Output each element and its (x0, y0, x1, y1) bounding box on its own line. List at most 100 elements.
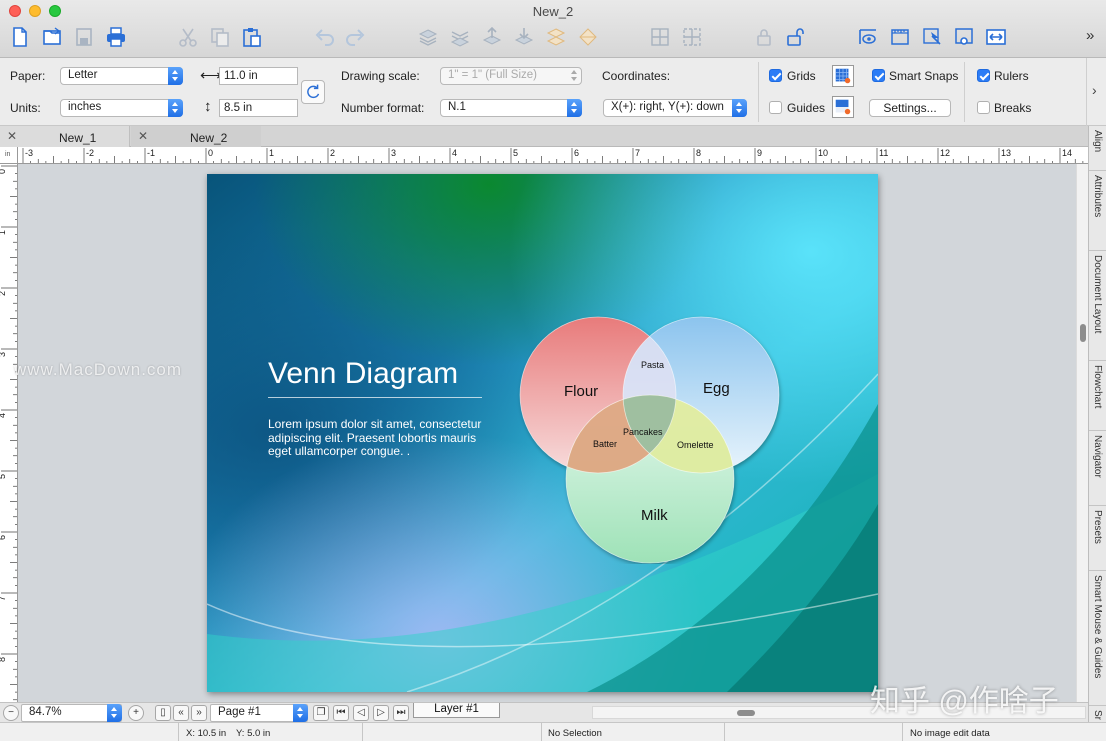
layer-tab[interactable]: Layer #1 (413, 703, 500, 718)
slide-title[interactable]: Venn Diagram (268, 357, 458, 391)
sidebar-tab-flowchart[interactable]: Flowchart (1089, 361, 1106, 431)
divider (758, 62, 759, 122)
settings-button[interactable]: Settings... (869, 99, 951, 117)
zoom-in-icon[interactable]: + (128, 705, 144, 721)
print-icon[interactable] (104, 25, 128, 49)
drawing-canvas[interactable]: Venn Diagram Lorem ipsum dolor sit amet,… (18, 164, 1076, 702)
ruler-label: -2 (86, 148, 94, 158)
sidebar-tab-smart-mouse-guides[interactable]: Smart Mouse & Guides (1089, 571, 1106, 706)
toolbar-overflow-icon[interactable]: » (1086, 27, 1094, 44)
paste-icon[interactable] (240, 25, 264, 49)
last-layer-icon[interactable]: ⏭ (393, 705, 409, 721)
ruler-label: 5 (513, 148, 518, 158)
chevron-updown-icon (567, 99, 582, 117)
rulers-checkbox[interactable] (977, 69, 990, 82)
undo-icon[interactable] (312, 25, 336, 49)
lock-icon[interactable] (752, 25, 776, 49)
smart-snaps-checkbox[interactable] (872, 69, 885, 82)
coordinates-select[interactable]: X(+): right, Y(+): down (603, 99, 747, 117)
first-page-icon[interactable]: « (173, 705, 189, 721)
smart-mouse-icon[interactable] (920, 25, 944, 49)
horizontal-scroll-thumb[interactable] (737, 710, 755, 716)
units-select-value: inches (68, 101, 102, 113)
unlock-icon[interactable] (784, 25, 808, 49)
send-backward-icon[interactable] (512, 25, 536, 49)
guides-checkbox[interactable] (769, 101, 782, 114)
grid-settings-button[interactable] (832, 65, 854, 87)
number-format-select[interactable]: N.1 (440, 99, 582, 117)
sidebar-tab-attributes[interactable]: Attributes (1089, 171, 1106, 251)
bring-to-front-icon[interactable] (416, 25, 440, 49)
first-layer-icon[interactable]: ⏮ (333, 705, 349, 721)
copy-icon[interactable] (208, 25, 232, 49)
vertical-scroll-thumb[interactable] (1080, 324, 1086, 342)
ruler-label: 3 (0, 352, 7, 357)
new-document-icon[interactable] (8, 25, 32, 49)
next-layer-icon[interactable]: ▷ (373, 705, 389, 721)
tab-new-2[interactable]: ✕ New_2 (131, 126, 261, 147)
zoom-select[interactable]: 84.7% (21, 704, 122, 722)
ungroup-icon[interactable] (680, 25, 704, 49)
zoom-out-icon[interactable]: − (3, 705, 19, 721)
flip-horizontal-icon[interactable] (576, 25, 600, 49)
ruler-label: 8 (0, 657, 7, 662)
bring-forward-icon[interactable] (480, 25, 504, 49)
sidebar-tab-document-layout[interactable]: Document Layout (1089, 251, 1106, 361)
page-select[interactable]: Page #1 (210, 704, 308, 722)
send-to-back-icon[interactable] (448, 25, 472, 49)
ruler-corner[interactable]: in (0, 147, 18, 164)
previous-layer-icon[interactable]: ◁ (353, 705, 369, 721)
tab-new-1[interactable]: ✕ New_1 (0, 126, 130, 147)
chevron-down-icon (293, 704, 308, 722)
sidebar-tab-label: Document Layout (1092, 255, 1103, 334)
grids-checkbox[interactable] (769, 69, 782, 82)
snap-to-point-icon[interactable] (952, 25, 976, 49)
breaks-checkbox[interactable] (977, 101, 990, 114)
divider (178, 723, 179, 741)
group-icon[interactable] (648, 25, 672, 49)
drawing-scale-value: 1" = 1" (Full Size) (448, 69, 538, 81)
cut-icon[interactable] (176, 25, 200, 49)
venn-label-milk: Milk (641, 507, 668, 524)
units-label: Units: (10, 101, 41, 115)
open-document-icon[interactable] (40, 25, 64, 49)
guide-settings-button[interactable] (832, 96, 854, 118)
layers-icon[interactable]: ❐ (313, 705, 329, 721)
fit-width-icon[interactable] (984, 25, 1008, 49)
ruler-label: 1 (0, 230, 7, 235)
paper-select[interactable]: Letter (60, 67, 183, 85)
paper-height-field[interactable]: 8.5 in (219, 99, 298, 117)
ruler-label: 4 (452, 148, 457, 158)
paper-width-field[interactable]: 11.0 in (219, 67, 298, 85)
chevron-right-icon[interactable]: › (1092, 82, 1097, 98)
close-tab-icon[interactable]: ✕ (7, 129, 17, 143)
smart-snaps-label: Smart Snaps (889, 69, 959, 83)
vertical-ruler[interactable]: 0 1 2 3 4 5 6 7 8 (0, 164, 18, 702)
sidebar-tab-presets[interactable]: Presets (1089, 506, 1106, 571)
view-options-icon[interactable] (856, 25, 880, 49)
slide-body-text[interactable]: Lorem ipsum dolor sit amet, consectetur … (268, 417, 488, 459)
last-page-icon[interactable]: » (191, 705, 207, 721)
units-select[interactable]: inches (60, 99, 183, 117)
sidebar-tab-navigator[interactable]: Navigator (1089, 431, 1106, 506)
close-tab-icon[interactable]: ✕ (138, 129, 148, 143)
page-value: Page #1 (218, 706, 261, 718)
ruler-label: 0 (208, 148, 213, 158)
flip-vertical-icon[interactable] (544, 25, 568, 49)
venn-diagram[interactable]: Flour Egg Milk Pasta Batter Omelette Pan… (507, 294, 797, 564)
ruler-label: 0 (0, 169, 7, 174)
page-icon[interactable]: ▯ (155, 705, 171, 721)
horizontal-ruler[interactable]: -3 -2 -1 0 1 2 3 4 5 6 7 8 9 10 11 12 13 14 (18, 147, 1088, 164)
venn-label-omelette: Omelette (677, 440, 714, 450)
vertical-scrollbar[interactable] (1076, 164, 1088, 702)
status-bar: X: 10.5 in Y: 5.0 in No Selection No ima… (0, 722, 1106, 741)
page[interactable]: Venn Diagram Lorem ipsum dolor sit amet,… (207, 174, 878, 692)
save-icon[interactable] (72, 25, 96, 49)
redo-icon[interactable] (344, 25, 368, 49)
rotate-icon (307, 84, 320, 99)
ruler-settings-icon[interactable] (888, 25, 912, 49)
coordinates-value: X(+): right, Y(+): down (611, 101, 724, 113)
orientation-toggle-button[interactable] (301, 80, 325, 104)
sidebar-tab-align[interactable]: Align (1089, 126, 1106, 171)
status-image-edit: No image edit data (910, 728, 990, 739)
